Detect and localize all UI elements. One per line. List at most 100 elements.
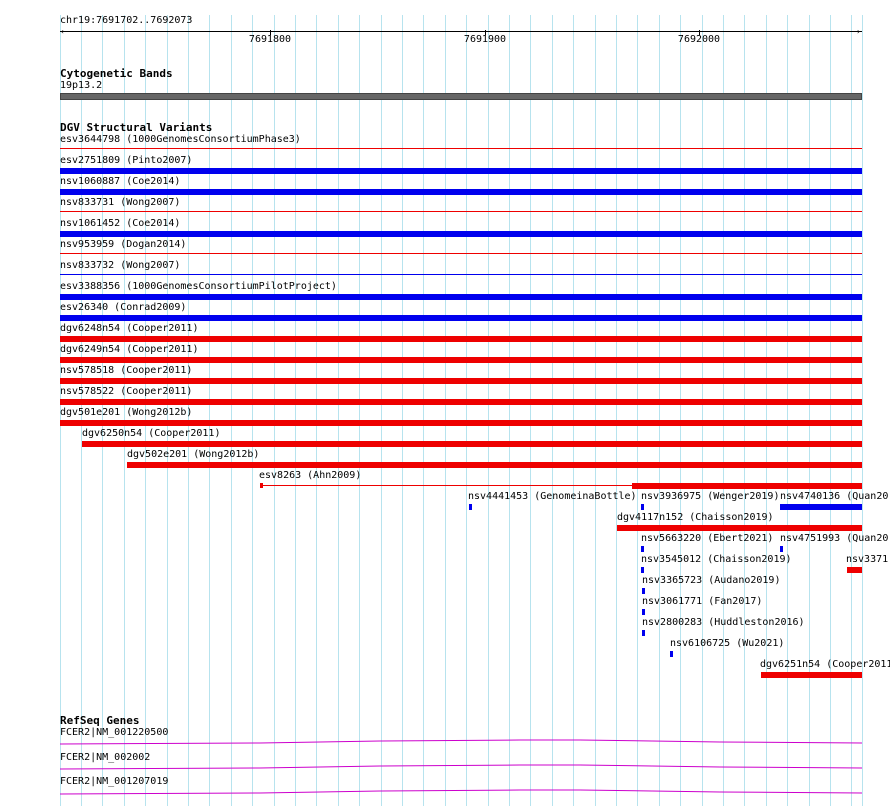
variant-label[interactable]: esv2751809 (Pinto2007) — [60, 155, 192, 167]
variant-feature[interactable] — [60, 378, 862, 384]
variant-label[interactable]: nsv4441453 (GenomeinaBottle) — [468, 491, 637, 503]
grid-line — [809, 15, 810, 806]
variant-label[interactable]: nsv3545012 (Chaisson2019) — [641, 554, 792, 566]
variant-label[interactable]: nsv833732 (Wong2007) — [60, 260, 180, 272]
location-label: chr19:7691702..7692073 — [60, 15, 193, 26]
grid-line — [509, 15, 510, 806]
grid-line — [573, 15, 574, 806]
ruler-right-arrow-icon: › — [856, 27, 861, 36]
grid-line — [402, 15, 403, 806]
variant-label[interactable]: dgv501e201 (Wong2012b) — [60, 407, 192, 419]
variant-label[interactable]: nsv6106725 (Wu2021) — [670, 638, 784, 650]
variant-feature[interactable] — [641, 567, 644, 573]
grid-line — [702, 15, 703, 806]
grid-line — [595, 15, 596, 806]
variant-label[interactable]: nsv3936975 (Wenger2019) — [641, 491, 779, 503]
grid-line — [445, 15, 446, 806]
variant-feature[interactable] — [60, 315, 862, 321]
variant-feature[interactable] — [761, 672, 862, 678]
variant-feature[interactable] — [642, 630, 645, 636]
variant-label[interactable]: nsv4751993 (Quan20 — [780, 533, 888, 545]
variant-label[interactable]: dgv6248n54 (Cooper2011) — [60, 323, 198, 335]
variant-feature[interactable] — [60, 211, 862, 212]
variant-label[interactable]: nsv4740136 (Quan20 — [780, 491, 888, 503]
variant-label[interactable]: nsv1061452 (Coe2014) — [60, 218, 180, 230]
variant-label[interactable]: nsv578518 (Cooper2011) — [60, 365, 192, 377]
grid-line — [423, 15, 424, 806]
grid-line — [744, 15, 745, 806]
grid-line — [316, 15, 317, 806]
variant-label[interactable]: nsv3061771 (Fan2017) — [642, 596, 762, 608]
variant-label[interactable]: nsv5663220 (Ebert2021) — [641, 533, 773, 545]
variant-feature[interactable] — [469, 504, 472, 510]
variant-feature[interactable] — [642, 588, 645, 594]
variant-feature[interactable] — [641, 504, 644, 510]
variant-label[interactable]: esv3388356 (1000GenomesConsortiumPilotPr… — [60, 281, 337, 293]
grid-line — [787, 15, 788, 806]
variant-label[interactable]: dgv6249n54 (Cooper2011) — [60, 344, 198, 356]
grid-line — [616, 15, 617, 806]
variant-feature[interactable] — [60, 231, 862, 237]
grid-line — [530, 15, 531, 806]
variant-feature[interactable] — [60, 189, 862, 195]
variant-feature[interactable] — [60, 253, 862, 254]
variant-feature[interactable] — [60, 420, 862, 426]
variant-label[interactable]: dgv4117n152 (Chaisson2019) — [617, 512, 774, 524]
grid-line — [466, 15, 467, 806]
grid-line — [723, 15, 724, 806]
grid-line — [552, 15, 553, 806]
variant-label[interactable]: dgv6250n54 (Cooper2011) — [82, 428, 220, 440]
variant-label[interactable]: nsv2800283 (Huddleston2016) — [642, 617, 805, 629]
variant-feature[interactable] — [780, 546, 783, 552]
grid-line — [488, 15, 489, 806]
variant-feature[interactable] — [670, 651, 673, 657]
variant-feature[interactable] — [127, 462, 862, 468]
variant-feature[interactable] — [617, 525, 862, 531]
variant-feature[interactable] — [60, 148, 862, 149]
gene-feature[interactable] — [60, 763, 862, 771]
grid-line — [359, 15, 360, 806]
variant-feature[interactable] — [60, 399, 862, 405]
variant-label[interactable]: dgv6251n54 (Cooper2011 — [760, 659, 890, 671]
gene-feature[interactable] — [60, 738, 862, 746]
variant-label[interactable]: esv8263 (Ahn2009) — [259, 470, 361, 482]
grid-line — [659, 15, 660, 806]
variant-feature[interactable] — [847, 567, 862, 573]
variant-feature[interactable] — [60, 336, 862, 342]
tick-label: 7691900 — [463, 34, 507, 45]
gene-label[interactable]: FCER2|NM_001207019 — [60, 776, 168, 788]
variant-label[interactable]: esv3644798 (1000GenomesConsortiumPhase3) — [60, 134, 301, 146]
variant-label[interactable]: nsv578522 (Cooper2011) — [60, 386, 192, 398]
track-title: DGV Structural Variants — [60, 121, 213, 134]
variant-label[interactable]: nsv1060887 (Coe2014) — [60, 176, 180, 188]
variant-feature[interactable] — [60, 357, 862, 363]
variant-feature[interactable] — [60, 168, 862, 174]
variant-feature[interactable] — [260, 483, 263, 488]
grid-line — [338, 15, 339, 806]
grid-line — [851, 15, 852, 806]
cytoband-bar[interactable] — [60, 93, 862, 100]
grid-line — [862, 15, 863, 806]
ruler-line — [60, 31, 862, 32]
grid-line — [680, 15, 681, 806]
grid-line — [381, 15, 382, 806]
variant-label[interactable]: dgv502e201 (Wong2012b) — [127, 449, 259, 461]
variant-feature[interactable] — [82, 441, 862, 447]
variant-label[interactable]: nsv833731 (Wong2007) — [60, 197, 180, 209]
variant-label[interactable]: nsv953959 (Dogan2014) — [60, 239, 186, 251]
variant-feature[interactable] — [60, 294, 862, 300]
tick-label: 7692000 — [677, 34, 721, 45]
tick-label: 7691800 — [248, 34, 292, 45]
variant-feature[interactable] — [642, 609, 645, 615]
variant-feature[interactable] — [260, 485, 632, 486]
grid-line — [766, 15, 767, 806]
cytoband-label[interactable]: 19p13.2 — [60, 80, 102, 92]
variant-label[interactable]: esv26340 (Conrad2009) — [60, 302, 186, 314]
variant-label[interactable]: nsv3371 — [846, 554, 888, 566]
gene-feature[interactable] — [60, 788, 862, 796]
variant-feature[interactable] — [632, 483, 862, 489]
variant-label[interactable]: nsv3365723 (Audano2019) — [642, 575, 780, 587]
variant-feature[interactable] — [641, 546, 644, 552]
variant-feature[interactable] — [780, 504, 862, 510]
variant-feature[interactable] — [60, 274, 862, 275]
